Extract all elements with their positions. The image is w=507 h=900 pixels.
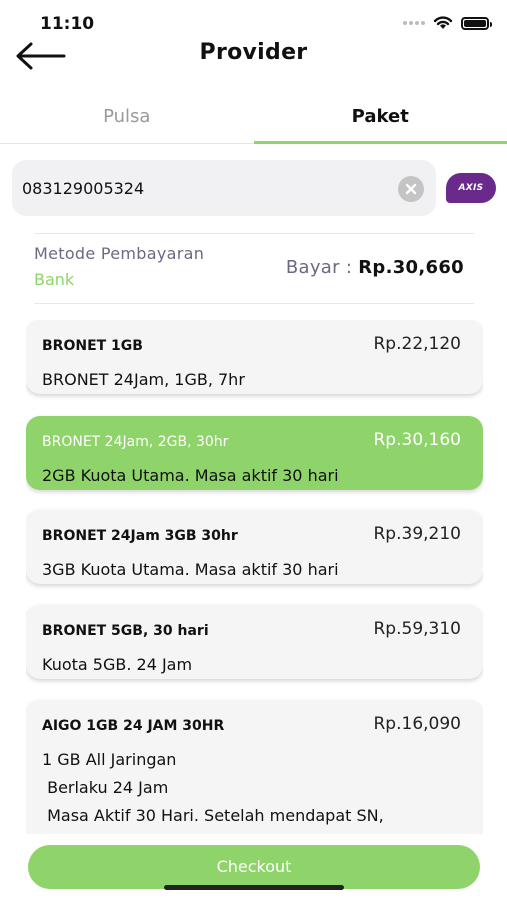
package-price: Rp.16,090: [373, 714, 462, 734]
battery-icon: [461, 16, 492, 30]
package-description: 2GB Kuota Utama. Masa aktif 30 hari: [42, 466, 339, 485]
tab-pulsa[interactable]: Pulsa: [0, 96, 254, 143]
axis-provider-logo: AXIS: [446, 173, 496, 203]
payment-summary: Metode Pembayaran Bank Bayar : Rp.30,660: [34, 240, 474, 298]
phone-field-container: [12, 160, 436, 216]
home-indicator: [164, 885, 344, 890]
checkout-button[interactable]: Checkout: [28, 845, 480, 889]
package-price: Rp.39,210: [373, 524, 462, 544]
package-title: AIGO 1GB 24 JAM 30HR: [42, 718, 225, 734]
package-card-selected[interactable]: BRONET 24Jam, 2GB, 30hr Rp.30,160 2GB Ku…: [26, 416, 483, 490]
signal-icon: [403, 21, 425, 25]
phone-row: AXIS: [12, 160, 497, 216]
package-card[interactable]: BRONET 5GB, 30 hari Rp.59,310 Kuota 5GB.…: [26, 605, 483, 679]
divider: [34, 303, 474, 304]
package-title: BRONET 24Jam, 2GB, 30hr: [42, 434, 229, 450]
tab-paket[interactable]: Paket: [253, 96, 507, 144]
divider: [34, 233, 474, 234]
package-description: 1 GB All Jaringan Berlaku 24 Jam Masa Ak…: [42, 750, 384, 825]
package-card[interactable]: AIGO 1GB 24 JAM 30HR Rp.16,090 1 GB All …: [26, 700, 483, 834]
phone-number-input[interactable]: [22, 160, 382, 216]
package-description: 3GB Kuota Utama. Masa aktif 30 hari: [42, 560, 339, 579]
package-price: Rp.30,160: [373, 430, 462, 450]
package-title: BRONET 5GB, 30 hari: [42, 623, 209, 639]
close-icon: [405, 183, 417, 195]
header: Provider: [0, 36, 507, 76]
status-icons: [403, 16, 492, 30]
package-title: BRONET 1GB: [42, 338, 143, 354]
payment-total-label: Bayar :: [285, 257, 353, 278]
package-card[interactable]: BRONET 1GB Rp.22,120 BRONET 24Jam, 1GB, …: [26, 320, 483, 394]
package-card[interactable]: BRONET 24Jam 3GB 30hr Rp.39,210 3GB Kuot…: [26, 510, 483, 584]
clear-button[interactable]: [398, 176, 424, 202]
package-price: Rp.22,120: [373, 334, 462, 354]
tab-bar: Pulsa Paket: [0, 96, 507, 144]
package-price: Rp.59,310: [373, 619, 462, 639]
package-list[interactable]: BRONET 1GB Rp.22,120 BRONET 24Jam, 1GB, …: [26, 320, 483, 834]
page-title: Provider: [199, 40, 308, 65]
status-time: 11:10: [40, 14, 95, 34]
payment-total: Bayar : Rp.30,660: [286, 257, 464, 278]
payment-method-label: Metode Pembayaran: [34, 244, 205, 263]
wifi-icon: [433, 16, 453, 29]
package-description: BRONET 24Jam, 1GB, 7hr: [42, 370, 245, 389]
payment-total-value: Rp.30,660: [358, 257, 464, 278]
payment-method-value[interactable]: Bank: [34, 270, 74, 289]
package-title: BRONET 24Jam 3GB 30hr: [42, 528, 238, 544]
package-description: Kuota 5GB. 24 Jam: [42, 655, 193, 674]
